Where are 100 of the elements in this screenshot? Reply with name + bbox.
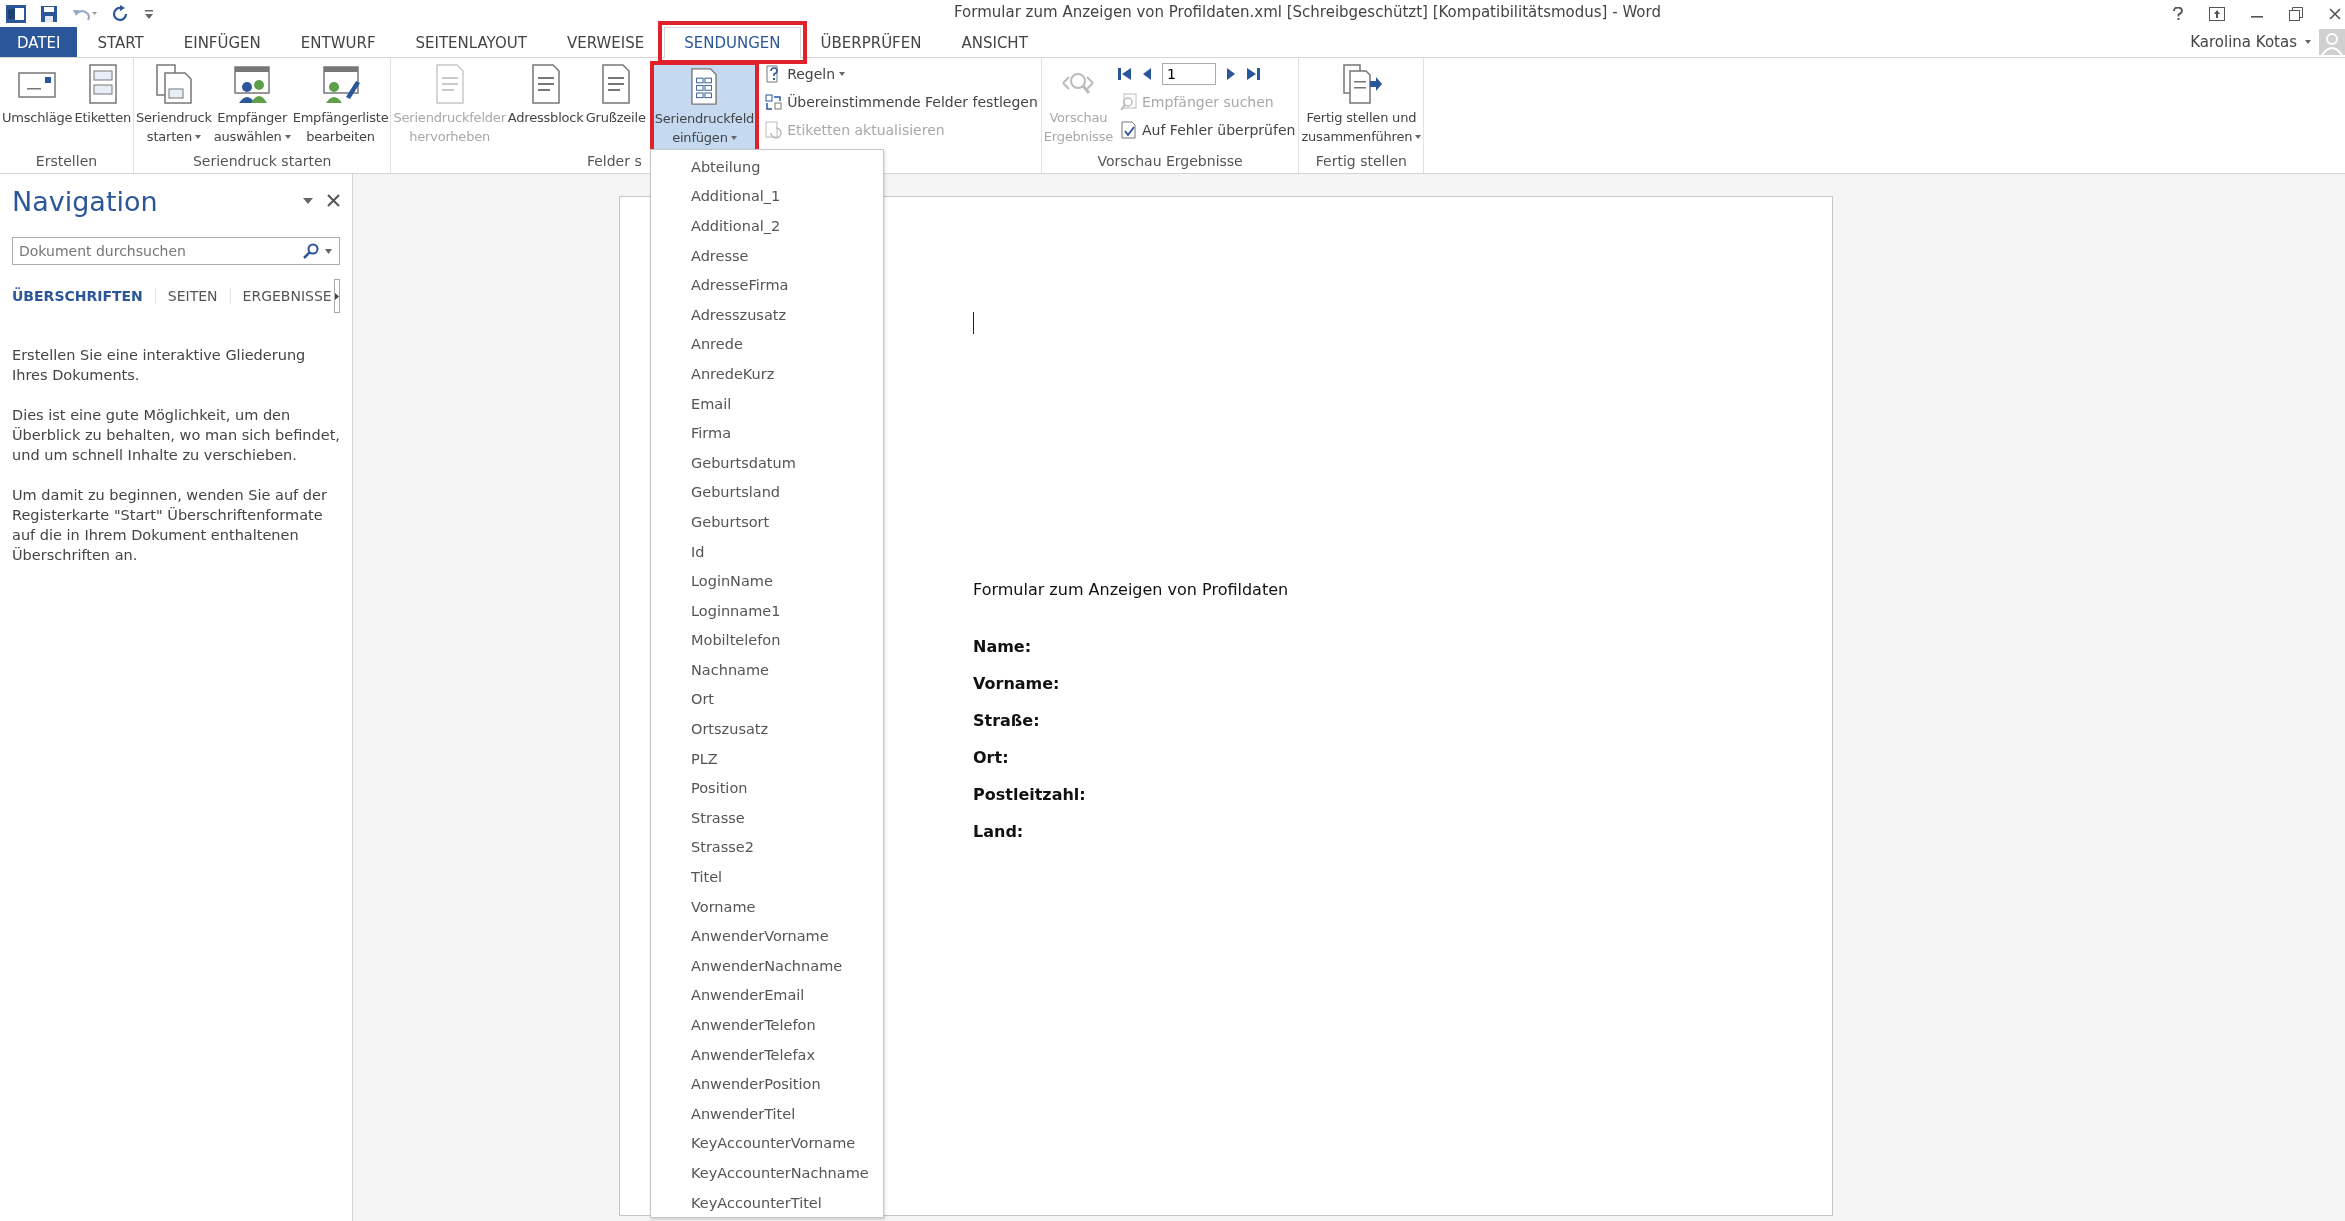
menu-item[interactable]: Strasse bbox=[651, 803, 883, 833]
group-label: Seriendruck starten bbox=[192, 153, 332, 169]
find-recipient-icon bbox=[1120, 93, 1138, 111]
help-text: Um damit zu beginnen, wenden Sie auf der Registerkarte "Start" Überschriftenformate auf die in Ihrem Dokument enthaltenen Überschriften an. bbox=[12, 486, 328, 565]
menu-item[interactable]: Adresszusatz bbox=[651, 299, 883, 330]
last-record-icon[interactable] bbox=[1246, 67, 1260, 81]
scroll-button[interactable] bbox=[333, 279, 340, 313]
menu-item[interactable]: Firma bbox=[651, 418, 883, 448]
menu-item[interactable]: Titel bbox=[651, 862, 883, 892]
field-label: Postleitzahl: bbox=[973, 785, 1087, 806]
ribbon-button[interactable]: Etiketten bbox=[73, 61, 132, 153]
field-label: Name: bbox=[973, 637, 1033, 658]
help-icon[interactable] bbox=[2173, 6, 2183, 21]
menu-item[interactable]: AdresseFirma bbox=[651, 270, 883, 300]
group-label: Felder s bbox=[586, 153, 642, 169]
ribbon-display-icon[interactable] bbox=[2209, 6, 2225, 21]
menu-item[interactable]: AnwenderNachname bbox=[651, 951, 883, 981]
dropdown-icon[interactable] bbox=[303, 197, 313, 204]
group-label: Fertig stellen bbox=[1315, 153, 1407, 169]
menu-item[interactable]: Anrede bbox=[651, 329, 883, 360]
match-fields-icon bbox=[765, 93, 784, 111]
menu-item[interactable]: KeyAccounterVorname bbox=[651, 1128, 883, 1159]
next-record-icon[interactable] bbox=[1226, 67, 1236, 81]
document-heading: Formular zum Anzeigen von Profildaten bbox=[973, 580, 1290, 599]
ribbon-button[interactable]: Übereinstimmende Felder festlegen bbox=[763, 89, 1040, 115]
redo-icon[interactable] bbox=[112, 4, 130, 23]
ribbon-tab[interactable]: ANSICHT bbox=[941, 27, 1048, 57]
ribbon-button[interactable]: Auf Fehler überprüfen bbox=[1118, 117, 1298, 143]
menu-item[interactable]: Strasse2 bbox=[651, 832, 883, 863]
window-title: Formular zum Anzeigen von Profildaten.xml [Schreibgeschützt] [Kompatibilitätsmodus] - Word bbox=[954, 3, 1661, 21]
menu-item[interactable]: Abteilung bbox=[651, 152, 883, 182]
previous-record-icon[interactable] bbox=[1142, 67, 1152, 81]
menu-item[interactable]: KeyAccounterTitel bbox=[651, 1187, 883, 1218]
app-icon[interactable] bbox=[6, 4, 26, 23]
ribbon-button[interactable]: Regeln bbox=[763, 61, 1040, 87]
menu-item[interactable]: AnwenderPosition bbox=[651, 1069, 883, 1099]
menu-item[interactable]: AnredeKurz bbox=[651, 359, 883, 389]
menu-item[interactable]: Additional_1 bbox=[651, 181, 883, 212]
menu-item[interactable]: Vorname bbox=[651, 891, 883, 922]
ribbon-button[interactable]: Empfängerliste bearbeiten bbox=[291, 61, 390, 153]
ribbon-button[interactable]: Umschläge bbox=[1, 61, 74, 153]
ribbon-button[interactable]: Adressblock bbox=[506, 61, 585, 153]
menu-item[interactable]: Geburtsland bbox=[651, 477, 883, 508]
menu-item[interactable]: PLZ bbox=[651, 743, 883, 774]
pane-tab[interactable]: ÜBERSCHRIFTEN bbox=[12, 288, 156, 304]
refresh-labels-icon bbox=[765, 121, 784, 139]
user-name[interactable]: Karolina Kotas bbox=[2190, 33, 2297, 51]
ribbon-tab[interactable]: DATEI bbox=[0, 27, 78, 57]
ribbon-button[interactable]: Fertig stellen und zusammenführen bbox=[1300, 61, 1423, 153]
ribbon-button[interactable]: Empfänger auswählen bbox=[212, 61, 292, 153]
save-icon[interactable] bbox=[40, 4, 58, 23]
menu-item[interactable]: Id bbox=[651, 536, 883, 567]
ribbon-button[interactable]: Grußzeile bbox=[584, 61, 647, 153]
close-icon[interactable] bbox=[327, 194, 340, 207]
dropdown-icon[interactable] bbox=[325, 248, 332, 254]
ribbon-button[interactable]: Seriendruck starten bbox=[135, 61, 213, 153]
menu-item[interactable]: Nachname bbox=[651, 655, 883, 685]
menu-item[interactable]: AnwenderTelefax bbox=[651, 1039, 883, 1070]
menu-item[interactable]: AnwenderEmail bbox=[651, 980, 883, 1011]
menu-item[interactable]: Email bbox=[651, 388, 883, 419]
record-field[interactable]: 1 bbox=[1162, 63, 1216, 85]
customize-icon[interactable] bbox=[144, 7, 154, 20]
ribbon-tab[interactable]: SEITENLAYOUT bbox=[395, 27, 547, 57]
arrow-right-icon bbox=[334, 292, 339, 300]
search-field[interactable]: Dokument durchsuchen bbox=[12, 237, 340, 265]
menu-item[interactable]: Additional_2 bbox=[651, 211, 883, 241]
restore-icon[interactable] bbox=[2289, 6, 2303, 21]
menu-item[interactable]: AnwenderTitel bbox=[651, 1099, 883, 1129]
ribbon-tab[interactable]: EINFÜGEN bbox=[163, 27, 281, 57]
close-icon[interactable] bbox=[2329, 7, 2341, 20]
pane-title: Navigation bbox=[12, 186, 158, 217]
pane-tab[interactable]: SEITEN bbox=[167, 288, 231, 304]
menu-item[interactable]: AnwenderVorname bbox=[651, 921, 883, 952]
field-label: Vorname: bbox=[973, 674, 1061, 695]
field-label: Land: bbox=[973, 822, 1025, 843]
menu-item[interactable]: AnwenderTelefon bbox=[651, 1010, 883, 1040]
help-text: Erstellen Sie eine interaktive Gliederung Ihres Dokuments. bbox=[12, 346, 307, 385]
caret-icon bbox=[2305, 40, 2311, 44]
ribbon-tab[interactable]: VERWEISE bbox=[546, 27, 665, 57]
group-label: Erstellen bbox=[35, 153, 98, 169]
menu-item[interactable]: KeyAccounterNachname bbox=[651, 1158, 883, 1188]
check-errors-icon bbox=[1120, 121, 1138, 139]
menu-item[interactable]: Adresse bbox=[651, 240, 883, 271]
ribbon-tab[interactable]: ENTWURF bbox=[280, 27, 396, 57]
menu-item[interactable]: Ort bbox=[651, 684, 883, 715]
group-label: Vorschau Ergebnisse bbox=[1097, 153, 1243, 169]
menu-item[interactable]: Loginname1 bbox=[651, 595, 883, 626]
avatar-icon bbox=[2319, 29, 2345, 55]
menu-item[interactable]: Geburtsdatum bbox=[651, 447, 883, 478]
first-record-icon[interactable] bbox=[1118, 67, 1132, 81]
menu-item[interactable]: Ortszusatz bbox=[651, 714, 883, 744]
search-icon[interactable] bbox=[303, 243, 319, 259]
ribbon-tab[interactable]: START bbox=[77, 27, 164, 57]
ribbon-tab[interactable]: ÜBERPRÜFEN bbox=[800, 27, 942, 57]
menu-item[interactable]: Geburtsort bbox=[651, 507, 883, 537]
help-text: Dies ist eine gute Möglichkeit, um den Überblick zu behalten, wo man sich befindet, und um schnell Inhalte zu verschieben. bbox=[12, 406, 340, 465]
menu-item[interactable]: LoginName bbox=[651, 566, 883, 596]
menu-item[interactable]: Mobiltelefon bbox=[651, 625, 883, 656]
pane-tab[interactable]: ERGEBNISSE bbox=[242, 288, 334, 304]
menu-item[interactable]: Position bbox=[651, 773, 883, 804]
